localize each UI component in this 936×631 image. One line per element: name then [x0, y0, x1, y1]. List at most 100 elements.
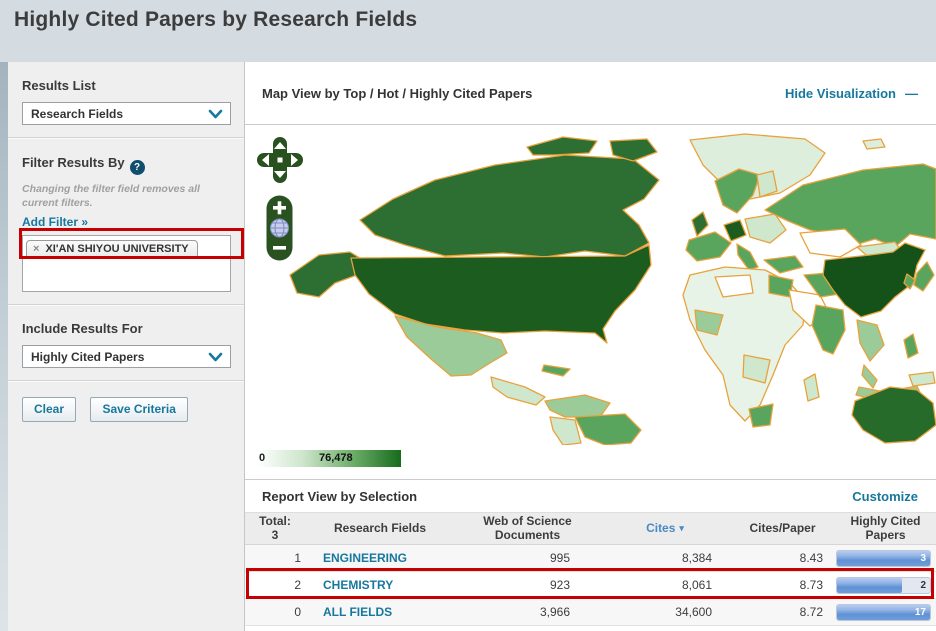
results-list-heading: Results List [22, 78, 96, 93]
highly-cited-bar-cell: 2 [835, 576, 936, 594]
highly-cited-bar: 17 [836, 603, 931, 621]
map-region-madagascar [803, 373, 820, 402]
map-region-indochina [856, 319, 885, 362]
map-region-andes [549, 416, 582, 445]
cites-per-paper-cell: 8.72 [799, 605, 823, 619]
map-region-colombia-venezuela [544, 394, 611, 418]
column-header-wos-documents: Web of Science Documents [483, 513, 572, 542]
map-region-svalbard [862, 138, 886, 150]
documents-cell: 995 [549, 551, 570, 565]
documents-cell: 923 [549, 578, 570, 592]
results-list-dropdown[interactable]: Research Fields [22, 102, 231, 125]
customize-link[interactable]: Customize [852, 489, 918, 504]
column-header-research-fields: Research Fields [333, 520, 427, 535]
map-region-malaysia [861, 364, 878, 389]
page-edge-strip [0, 62, 8, 631]
page-header: Highly Cited Papers by Research Fields [0, 0, 936, 62]
filter-section: Filter Results By? Changing the filter f… [8, 138, 244, 306]
map-view-title: Map View by Top / Hot / Highly Cited Pap… [262, 85, 533, 101]
filter-heading: Filter Results By [22, 155, 125, 170]
highly-cited-bar-cell: 3 [835, 549, 936, 567]
cites-cell: 8,061 [681, 578, 712, 592]
column-header-total: Total: 3 [259, 513, 291, 542]
sort-down-icon: ▾ [679, 523, 684, 534]
legend-max-value: 76,478 [319, 452, 353, 464]
chevron-down-icon [208, 109, 223, 118]
rank-cell: 1 [294, 551, 301, 565]
map-region-uk [691, 211, 709, 237]
map-region-turkey [763, 255, 804, 274]
column-header-cites-per-paper: Cites/Paper [749, 520, 816, 535]
clear-button[interactable]: Clear [22, 397, 77, 423]
map-region-canada [359, 154, 660, 258]
map-region-eastern-europe [744, 213, 787, 244]
include-results-heading: Include Results For [22, 321, 143, 337]
globe-icon [270, 218, 289, 238]
report-section: Report View by Selection Customize Total… [245, 479, 936, 626]
results-list-section: Results List Research Fields [8, 62, 244, 138]
filter-chip[interactable]: × XI'AN SHIYOU UNIVERSITY [26, 240, 198, 260]
sidebar: Results List Research Fields Filter Resu… [8, 62, 245, 631]
visualization-header: Map View by Top / Hot / Highly Cited Pap… [245, 62, 936, 125]
world-map-area[interactable] [245, 125, 936, 445]
world-choropleth-map[interactable] [245, 125, 936, 445]
help-icon[interactable]: ? [129, 160, 145, 175]
cites-cell: 8,384 [681, 551, 712, 565]
highly-cited-bar: 2 [836, 576, 931, 594]
column-header-cites[interactable]: Cites ▾ [600, 513, 730, 544]
highly-cited-bar: 3 [836, 549, 931, 567]
bar-value: 2 [920, 579, 926, 591]
field-link[interactable]: ENGINEERING [305, 551, 455, 565]
filter-chip-label: XI'AN SHIYOU UNIVERSITY [45, 243, 189, 256]
documents-cell: 3,966 [539, 605, 570, 619]
map-region-philippines [903, 333, 919, 359]
bar-value: 17 [914, 606, 926, 618]
map-region-central-america [490, 376, 546, 406]
zoom-out-icon [273, 246, 286, 250]
filter-note: Changing the filter field removes all cu… [22, 183, 200, 210]
hide-visualization-label: Hide Visualization [784, 85, 896, 101]
report-view-title: Report View by Selection [262, 488, 418, 504]
map-region-cuba [541, 364, 571, 377]
map-region-france-iberia [685, 231, 732, 262]
map-zoom-control[interactable] [266, 195, 293, 261]
cites-cell: 34,600 [675, 605, 712, 619]
field-link[interactable]: ALL FIELDS [305, 605, 455, 619]
page-title: Highly Cited Papers by Research Fields [14, 8, 418, 31]
map-region-brazil [574, 413, 642, 445]
rank-cell: 0 [294, 605, 301, 619]
map-region-india [811, 304, 846, 355]
add-filter-link[interactable]: Add Filter » [22, 215, 88, 229]
main-panel: Map View by Top / Hot / Highly Cited Pap… [245, 62, 936, 631]
include-results-dropdown[interactable]: Highly Cited Papers [22, 345, 231, 369]
save-criteria-button[interactable]: Save Criteria [90, 397, 188, 423]
cites-per-paper-cell: 8.73 [799, 578, 823, 592]
bar-value: 3 [920, 552, 926, 564]
chevron-down-icon [208, 352, 223, 362]
map-color-legend: 0 76,478 [257, 450, 401, 467]
highly-cited-bar-cell: 17 [835, 603, 936, 621]
field-link[interactable]: CHEMISTRY [305, 578, 455, 592]
table-header-row: Total: 3 Research Fields Web of Science … [245, 512, 936, 545]
table-row-all-fields: 0 ALL FIELDS 3,966 34,600 8.72 17 [245, 599, 936, 626]
table-row-engineering: 1 ENGINEERING 995 8,384 8.43 3 [245, 545, 936, 572]
map-region-new-guinea [908, 371, 936, 387]
actions-section: Clear Save Criteria [8, 381, 244, 434]
map-region-germany [723, 219, 747, 242]
include-results-selected: Highly Cited Papers [31, 349, 145, 364]
map-pan-control[interactable] [257, 137, 303, 183]
include-results-section: Include Results For Highly Cited Papers [8, 305, 244, 382]
map-region-usa [350, 244, 652, 344]
column-header-highly-cited: Highly Cited Papers [850, 513, 921, 542]
table-row-chemistry: 2 CHEMISTRY 923 8,061 8.73 2 [245, 572, 936, 599]
map-region-arctic-islands [526, 136, 598, 156]
cites-per-paper-cell: 8.43 [799, 551, 823, 565]
legend-min-value: 0 [259, 452, 266, 464]
active-filters-box: × XI'AN SHIYOU UNIVERSITY [22, 235, 231, 293]
map-region-italy [736, 243, 759, 271]
remove-filter-icon[interactable]: × [33, 243, 39, 255]
collapse-icon: — [905, 85, 918, 101]
rank-cell: 2 [294, 578, 301, 592]
results-list-selected: Research Fields [31, 106, 124, 121]
hide-visualization-link[interactable]: Hide Visualization — [785, 86, 918, 101]
